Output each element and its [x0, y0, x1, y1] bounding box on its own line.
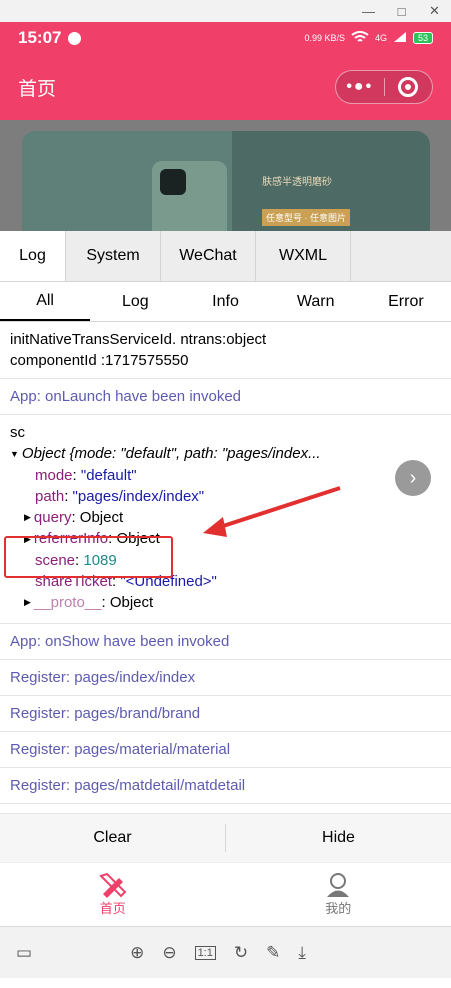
rotate-icon[interactable]: ↻: [234, 943, 248, 963]
log-text: initNativeTransServiceId. ntrans:object: [10, 331, 267, 348]
tab-log[interactable]: Log: [0, 231, 66, 281]
notification-icon: [68, 31, 82, 45]
log-entry: initNativeTransServiceId. ntrans:object …: [0, 322, 451, 379]
target-close-icon: [398, 77, 419, 97]
object-prop[interactable]: ▶ __proto__: Object: [10, 592, 441, 614]
mini-program-capsule: •●•: [335, 70, 433, 104]
edit-icon[interactable]: ✎: [266, 943, 280, 963]
status-right: 0.99 KB/S 4G 53: [304, 31, 433, 45]
annotation-arrow-icon: [203, 486, 341, 537]
hide-button[interactable]: Hide: [226, 814, 451, 862]
prop-key: query: [33, 508, 72, 526]
user-icon: [327, 873, 350, 897]
log-entry: Register: pages/matdetail/matdetail: [0, 768, 451, 804]
expanded-triangle-icon: ▼: [10, 448, 19, 459]
zoom-out-icon[interactable]: ⊖: [162, 943, 176, 963]
tab-system[interactable]: System: [66, 231, 161, 281]
highlight-box: [4, 536, 173, 578]
log-entry: Register: pages/brand/brand: [0, 696, 451, 732]
filter-all[interactable]: All: [0, 282, 91, 321]
prop-value: "pages/index/index": [72, 487, 205, 505]
collapsed-triangle-icon: ▶: [24, 512, 31, 523]
log-list: initNativeTransServiceId. ntrans:object …: [0, 322, 451, 804]
log-text: sc: [10, 424, 25, 441]
collapsed-triangle-icon: ▶: [24, 597, 31, 608]
download-icon[interactable]: ⤓: [298, 943, 306, 963]
device-icon[interactable]: ▭: [16, 943, 32, 963]
status-time: 15:07: [18, 28, 62, 47]
page-title: 首页: [18, 78, 57, 100]
chevron-right-icon: ›: [409, 466, 417, 489]
prop-value: "default": [80, 466, 137, 484]
clear-button[interactable]: Clear: [0, 814, 225, 862]
close-miniprogram-button[interactable]: [385, 71, 433, 103]
prop-key: __proto__: [33, 593, 102, 611]
zoom-in-icon[interactable]: ⊕: [130, 943, 144, 963]
tabbar-mine-label: 我的: [325, 901, 352, 916]
wifi-icon: [351, 31, 369, 45]
float-chevron-button[interactable]: ›: [395, 460, 431, 496]
close-button[interactable]: ✕: [418, 3, 451, 19]
log-entry: App: onLaunch have been invoked: [0, 379, 451, 415]
more-dots-icon: •●•: [346, 78, 374, 95]
banner-area: 肤感半透明磨砂 任意型号 · 任意图片: [0, 120, 451, 231]
net-speed: 0.99 KB/S: [304, 33, 345, 43]
tabbar-home-label: 首页: [99, 901, 126, 916]
log-entry: Register: pages/index/index: [0, 660, 451, 696]
log-text: componentId :1717575550: [10, 352, 189, 369]
log-entry: Register: pages/material/material: [0, 732, 451, 768]
debug-bottom-bar: Clear Hide: [0, 813, 451, 862]
tab-wxml[interactable]: WXML: [256, 231, 351, 281]
prop-key: path: [35, 487, 65, 505]
tab-wechat[interactable]: WeChat: [161, 231, 256, 281]
debug-tabs: Log System WeChat WXML: [0, 231, 451, 282]
object-summary: Object {mode: "default", path: "pages/in…: [21, 445, 321, 462]
log-entry-object: sc ▼ Object {mode: "default", path: "page…: [0, 415, 451, 624]
prop-value: Object: [79, 508, 124, 526]
camera-image: [160, 169, 186, 195]
filter-tabs: All Log Info Warn Error: [0, 282, 451, 322]
filter-info[interactable]: Info: [180, 282, 270, 321]
signal-label: 4G: [374, 33, 387, 43]
tabbar-mine[interactable]: 我的: [226, 863, 451, 926]
banner-tags: 任意型号 · 任意图片: [262, 209, 350, 226]
status-bar: 15:07 0.99 KB/S 4G 53: [0, 22, 451, 54]
banner-text: 肤感半透明磨砂: [262, 177, 332, 188]
log-entry: App: onShow have been invoked: [0, 624, 451, 660]
banner-image[interactable]: 肤感半透明磨砂 任意型号 · 任意图片: [22, 131, 430, 231]
pencil-ruler-icon: [98, 872, 127, 898]
nav-bar: 首页 •●•: [0, 54, 451, 120]
filter-warn[interactable]: Warn: [271, 282, 361, 321]
signal-icon: [393, 31, 407, 45]
prop-key: mode: [35, 466, 73, 484]
more-menu-button[interactable]: •●•: [336, 71, 384, 103]
minimize-button[interactable]: —: [352, 4, 385, 19]
filter-log[interactable]: Log: [90, 282, 180, 321]
battery-badge: 53: [412, 32, 433, 44]
filter-error[interactable]: Error: [361, 282, 451, 321]
actual-size-icon[interactable]: 1:1: [194, 945, 216, 960]
tab-bar: 首页 我的: [0, 862, 451, 926]
window-titlebar: — □ ✕: [0, 0, 451, 22]
object-header[interactable]: ▼ Object {mode: "default", path: "pages/i…: [10, 443, 441, 465]
tabbar-home[interactable]: 首页: [0, 863, 226, 926]
maximize-button[interactable]: □: [385, 4, 418, 19]
prop-value: Object: [109, 593, 154, 611]
devtools-toolbar: ▭ ⊕ ⊖ 1:1 ↻ ✎ ⤓: [0, 926, 451, 978]
